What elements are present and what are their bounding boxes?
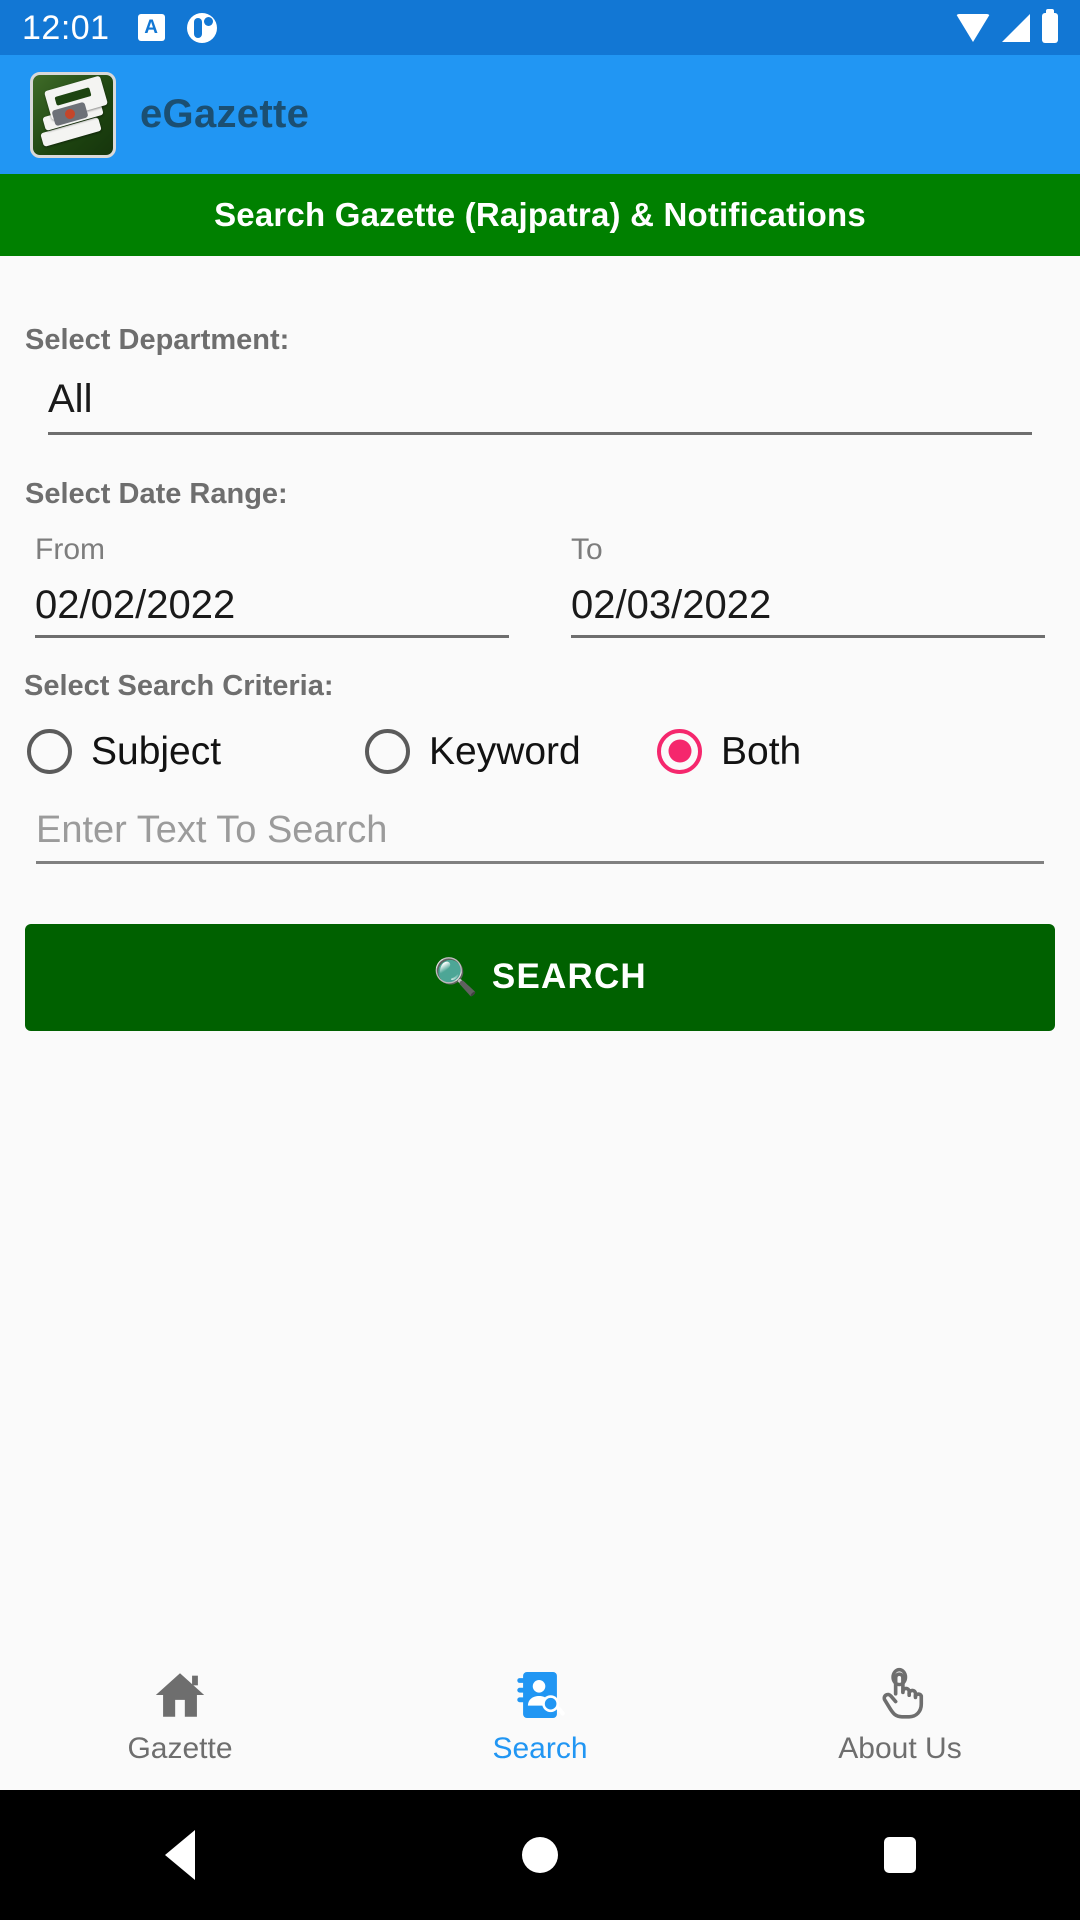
radio-label-subject: Subject <box>91 729 222 773</box>
department-dropdown[interactable]: All <box>48 377 1032 435</box>
department-label: Select Department: <box>25 324 290 356</box>
search-button-label: SEARCH <box>491 957 647 997</box>
date-range-row: From 02/02/2022 To 02/03/2022 <box>25 532 1055 638</box>
radio-circle-selected-icon <box>657 728 702 774</box>
to-date-value: 02/03/2022 <box>571 582 772 627</box>
date-range-label: Select Date Range: <box>25 477 288 510</box>
app-bar: eGazette <box>0 55 1080 174</box>
status-bar: 12:01 A <box>0 0 1080 55</box>
search-criteria-label: Select Search Criteria: <box>24 669 334 702</box>
android-navigation-bar <box>0 1790 1080 1920</box>
magnifier-icon: 🔍 <box>433 956 478 998</box>
home-icon <box>149 1664 211 1726</box>
app-screen: 12:01 A eGazette Search Gazette (Rajpatr… <box>0 0 1080 1920</box>
radio-label-both: Both <box>721 729 802 773</box>
cellular-signal-icon <box>1002 13 1030 42</box>
search-button[interactable]: 🔍 SEARCH <box>25 923 1055 1031</box>
app-notification-icon: A <box>137 14 165 41</box>
recents-square-icon <box>884 1837 916 1873</box>
search-criteria-group: Subject Keyword Both <box>25 728 1055 774</box>
to-date-input[interactable]: 02/03/2022 <box>571 583 1045 638</box>
nav-item-gazette[interactable]: Gazette <box>0 1664 360 1764</box>
app-title: eGazette <box>140 92 310 136</box>
nav-item-search[interactable]: Search <box>360 1664 720 1764</box>
battery-icon <box>1042 8 1058 43</box>
media-notification-icon <box>186 12 217 43</box>
bottom-navigation: Gazette Search About Us <box>0 1638 1080 1790</box>
to-caption: To <box>571 532 603 566</box>
from-caption: From <box>35 532 105 566</box>
radio-circle-icon <box>365 728 410 774</box>
radio-option-keyword[interactable]: Keyword <box>365 728 657 774</box>
pointing-hand-icon <box>869 1664 931 1726</box>
nav-label-search: Search <box>492 1732 588 1765</box>
status-time: 12:01 <box>22 8 110 47</box>
search-text-input[interactable]: Enter Text To Search <box>36 808 1044 864</box>
radio-option-both[interactable]: Both <box>657 728 802 774</box>
to-date-group: To 02/03/2022 <box>571 532 1045 638</box>
from-date-input[interactable]: 02/02/2022 <box>35 583 509 638</box>
egazette-logo-icon <box>30 71 116 158</box>
nav-label-gazette: Gazette <box>127 1732 233 1765</box>
status-system-icons <box>956 8 1058 43</box>
department-value: All <box>48 377 93 421</box>
wifi-icon <box>956 13 990 42</box>
android-recents-button[interactable] <box>720 1837 1080 1873</box>
page-title-banner: Search Gazette (Rajpatra) & Notification… <box>0 174 1080 256</box>
radio-option-subject[interactable]: Subject <box>25 728 365 774</box>
android-home-button[interactable] <box>360 1837 720 1873</box>
page-title: Search Gazette (Rajpatra) & Notification… <box>214 196 866 233</box>
status-notification-icons: A <box>137 12 217 43</box>
radio-circle-icon <box>27 728 72 774</box>
contact-search-icon <box>509 1664 571 1726</box>
nav-item-about-us[interactable]: About Us <box>720 1664 1080 1764</box>
nav-label-about-us: About Us <box>838 1732 962 1765</box>
radio-label-keyword: Keyword <box>429 729 581 773</box>
from-date-group: From 02/02/2022 <box>35 532 509 638</box>
android-back-button[interactable] <box>0 1830 360 1880</box>
from-date-value: 02/02/2022 <box>35 582 236 627</box>
search-input-placeholder: Enter Text To Search <box>36 808 388 851</box>
back-triangle-icon <box>165 1830 195 1880</box>
search-form: Select Department: All Select Date Range… <box>0 256 1080 1638</box>
home-circle-icon <box>522 1837 558 1873</box>
